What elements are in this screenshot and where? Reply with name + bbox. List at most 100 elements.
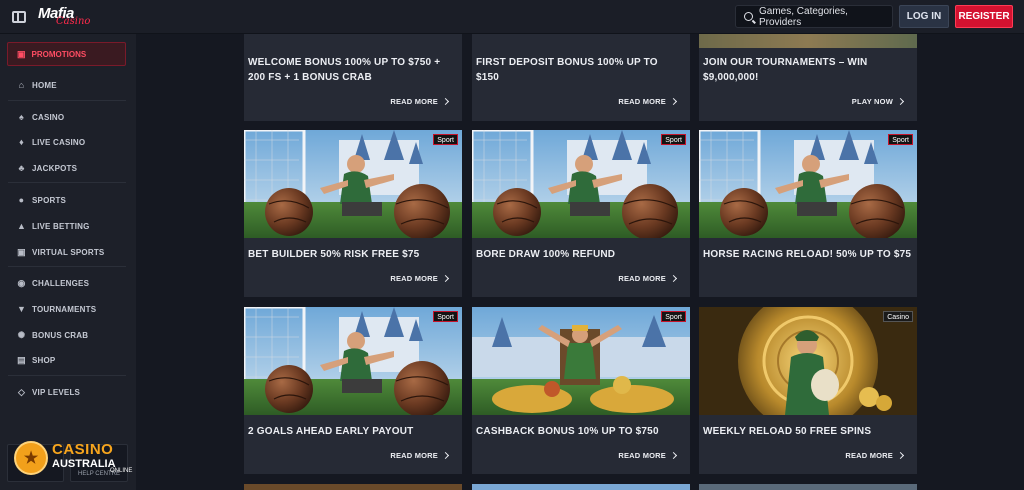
sidebar-item-virtual-sports[interactable]: ▣ VIRTUAL SPORTS xyxy=(17,245,104,259)
promo-title: HORSE RACING RELOAD! 50% UP TO $75 xyxy=(703,249,912,260)
sidebar-item-home[interactable]: ⌂ HOME xyxy=(17,78,57,92)
trophy-icon: ▼ xyxy=(16,304,27,314)
read-more-label: READ MORE xyxy=(390,451,438,460)
promo-image xyxy=(699,130,917,238)
challenge-icon: ◉ xyxy=(17,277,26,288)
promo-card[interactable] xyxy=(472,484,690,490)
logo-sub-text: Casino xyxy=(56,16,91,27)
home-icon: ⌂ xyxy=(18,80,25,90)
promo-image xyxy=(472,307,690,415)
promo-card[interactable]: Sport BORE DRAW 100% REFUND READ MORE xyxy=(472,130,690,297)
read-more-label: READ MORE xyxy=(618,274,666,283)
crab-icon: ✺ xyxy=(17,329,26,340)
promo-image xyxy=(244,307,462,415)
promo-card[interactable] xyxy=(244,484,462,490)
sidebar-toggle-icon[interactable] xyxy=(12,10,26,23)
logo[interactable]: Mafia Casino xyxy=(38,6,90,27)
promo-image xyxy=(244,130,462,238)
chevron-right-icon xyxy=(441,274,450,283)
top-bar: Mafia Casino Games, Categories, Provider… xyxy=(0,0,1024,34)
sidebar-item-label: VIRTUAL SPORTS xyxy=(32,247,105,257)
read-more-link[interactable]: READ MORE xyxy=(618,451,678,460)
promo-card[interactable]: Sport 2 GOALS AHEAD EARLY PAYOUT READ MO… xyxy=(244,307,462,474)
read-more-link[interactable]: READ MORE xyxy=(618,274,678,283)
read-more-link[interactable]: READ MORE xyxy=(618,97,678,106)
play-now-link[interactable]: PLAY NOW xyxy=(851,97,905,106)
promo-title: BET BUILDER 50% RISK FREE $75 xyxy=(248,249,420,260)
sidebar-item-challenges[interactable]: ◉ CHALLENGES xyxy=(17,276,89,290)
promotions-grid: WELCOME BONUS 100% UP TO $750 + 200 FS +… xyxy=(136,34,1024,490)
sidebar-item-label: SHOP xyxy=(32,355,56,365)
watermark-line3: ONLINE xyxy=(110,468,133,474)
read-more-link[interactable]: READ MORE xyxy=(390,97,450,106)
casino-australia-watermark: ★ CASINO AUSTRALIA ONLINE xyxy=(14,441,132,475)
chevron-right-icon xyxy=(669,274,678,283)
sidebar-item-live-betting[interactable]: ▲ LIVE BETTING xyxy=(17,219,90,233)
sidebar-item-label: TOURNAMENTS xyxy=(32,304,97,314)
read-more-label: READ MORE xyxy=(390,97,438,106)
read-more-link[interactable]: READ MORE xyxy=(390,274,450,283)
kangaroo-logo-icon: ★ xyxy=(14,441,48,475)
sidebar-item-tournaments[interactable]: ▼ TOURNAMENTS xyxy=(17,302,96,316)
read-more-label: READ MORE xyxy=(845,451,893,460)
category-tag: Sport xyxy=(888,134,913,145)
sidebar-item-jackpots[interactable]: ♣ JACKPOTS xyxy=(17,161,77,175)
promo-card[interactable]: Sport HORSE RACING RELOAD! 50% UP TO $75 xyxy=(699,130,917,297)
divider xyxy=(8,100,126,101)
category-tag: Sport xyxy=(433,134,458,145)
promo-card[interactable]: Sport BET BUILDER 50% RISK FREE $75 READ… xyxy=(244,130,462,297)
register-button[interactable]: REGISTER xyxy=(955,5,1013,28)
sidebar-item-vip-levels[interactable]: ◇ VIP LEVELS xyxy=(17,385,80,399)
chevron-right-icon xyxy=(896,97,905,106)
search-placeholder: Games, Categories, Providers xyxy=(759,5,848,28)
watermark-line1: CASINO xyxy=(52,441,114,458)
promo-card[interactable]: WELCOME BONUS 100% UP TO $750 + 200 FS +… xyxy=(244,34,462,121)
chevron-right-icon xyxy=(669,451,678,460)
sidebar-item-bonus-crab[interactable]: ✺ BONUS CRAB xyxy=(17,328,88,342)
sidebar-item-label: PROMOTIONS xyxy=(31,49,87,59)
read-more-link[interactable]: READ MORE xyxy=(390,451,450,460)
promo-card[interactable] xyxy=(699,484,917,490)
promo-title: FIRST DEPOSIT BONUS 100% UP TO $150 xyxy=(476,57,658,83)
sidebar-item-label: CASINO xyxy=(32,112,65,122)
live-betting-icon: ▲ xyxy=(16,221,27,231)
category-tag: Sport xyxy=(661,134,686,145)
sidebar-item-label: JACKPOTS xyxy=(32,163,78,173)
search-input[interactable]: Games, Categories, Providers xyxy=(735,5,893,28)
promo-card[interactable]: Casino WEEKLY RELOAD 50 FREE SPINS READ … xyxy=(699,307,917,474)
promo-image xyxy=(244,34,462,48)
category-tag: Sport xyxy=(661,311,686,322)
read-more-label: READ MORE xyxy=(618,451,666,460)
cards-icon: ♦ xyxy=(19,137,24,147)
sidebar-item-casino[interactable]: ♠ CASINO xyxy=(17,110,64,124)
promo-card[interactable]: Sport CASHBACK BONUS 10% UP TO $750 READ… xyxy=(472,307,690,474)
promo-card[interactable]: FIRST DEPOSIT BONUS 100% UP TO $150 READ… xyxy=(472,34,690,121)
sidebar-item-shop[interactable]: ▤ SHOP xyxy=(17,353,55,367)
sidebar-item-label: LIVE CASINO xyxy=(32,137,86,147)
chevron-right-icon xyxy=(441,451,450,460)
promo-card[interactable]: JOIN OUR TOURNAMENTS – WIN $9,000,000! P… xyxy=(699,34,917,121)
sidebar-item-sports[interactable]: ● SPORTS xyxy=(17,193,66,207)
divider xyxy=(8,375,126,376)
login-button[interactable]: LOG IN xyxy=(899,5,949,28)
sidebar-item-label: HOME xyxy=(32,80,57,90)
promo-title: 2 GOALS AHEAD EARLY PAYOUT xyxy=(248,426,414,437)
ball-icon: ● xyxy=(18,195,25,205)
spade-icon: ♠ xyxy=(19,112,24,122)
promo-title: WEEKLY RELOAD 50 FREE SPINS xyxy=(703,426,872,437)
shop-icon: ▤ xyxy=(17,354,26,365)
play-now-label: PLAY NOW xyxy=(851,97,893,106)
sidebar-item-promotions[interactable]: ▣ PROMOTIONS xyxy=(7,42,126,66)
promo-image xyxy=(699,307,917,415)
promo-image xyxy=(472,34,690,48)
sidebar-item-label: VIP LEVELS xyxy=(32,387,81,397)
read-more-label: READ MORE xyxy=(618,97,666,106)
chevron-right-icon xyxy=(896,451,905,460)
virtual-sports-icon: ▣ xyxy=(17,246,26,257)
read-more-link[interactable]: READ MORE xyxy=(845,451,905,460)
promo-title: BORE DRAW 100% REFUND xyxy=(476,249,616,260)
sidebar: ▣ PROMOTIONS ⌂ HOME ♠ CASINO ♦ LIVE CASI… xyxy=(0,34,136,490)
category-tag: Sport xyxy=(433,311,458,322)
sidebar-item-live-casino[interactable]: ♦ LIVE CASINO xyxy=(17,135,85,149)
promo-image xyxy=(472,130,690,238)
